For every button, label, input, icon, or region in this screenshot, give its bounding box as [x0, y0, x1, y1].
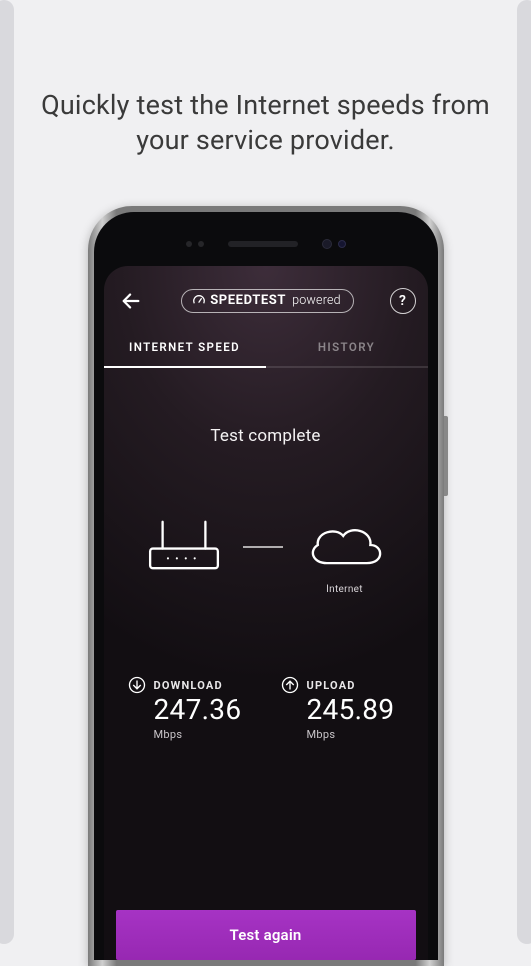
upload-value: 245.89 — [307, 695, 404, 726]
upload-metric: UPLOAD 245.89 Mbps — [281, 676, 404, 741]
upload-label: UPLOAD — [307, 679, 356, 692]
promo-caption: Quickly test the Internet speeds from yo… — [0, 0, 531, 158]
badge-sub: powered — [290, 293, 341, 308]
download-icon — [128, 676, 146, 694]
app-header: SPEEDTEST powered ? — [104, 266, 428, 330]
upload-icon — [281, 676, 299, 694]
router-icon — [143, 516, 225, 578]
gauge-icon — [192, 294, 206, 308]
connection-diagram: Internet — [104, 516, 428, 598]
download-metric: DOWNLOAD 247.36 Mbps — [128, 676, 251, 741]
download-label: DOWNLOAD — [154, 679, 223, 692]
app-screen: SPEEDTEST powered ? INTERNET SPEED HISTO… — [104, 266, 428, 960]
arrow-left-icon — [120, 290, 142, 312]
carousel-edge-right — [517, 0, 531, 944]
connection-line-icon — [243, 546, 283, 548]
tab-internet-speed[interactable]: INTERNET SPEED — [104, 330, 266, 368]
status-text: Test complete — [104, 426, 428, 446]
back-button[interactable] — [116, 286, 146, 316]
phone-side-button — [444, 416, 448, 496]
help-button[interactable]: ? — [390, 288, 416, 314]
upload-unit: Mbps — [307, 728, 404, 741]
phone-bezel: SPEEDTEST powered ? INTERNET SPEED HISTO… — [94, 212, 438, 960]
speedtest-badge: SPEEDTEST powered — [181, 289, 354, 313]
badge-brand: SPEEDTEST — [210, 293, 286, 308]
tab-bar: INTERNET SPEED HISTORY — [104, 330, 428, 368]
download-value: 247.36 — [154, 695, 251, 726]
tab-history[interactable]: HISTORY — [266, 330, 428, 368]
test-again-button[interactable]: Test again — [116, 910, 416, 960]
phone-frame: SPEEDTEST powered ? INTERNET SPEED HISTO… — [88, 206, 444, 966]
phone-sensor-bar — [104, 222, 428, 266]
cloud-icon — [301, 516, 389, 578]
download-unit: Mbps — [154, 728, 251, 741]
speed-metrics: DOWNLOAD 247.36 Mbps UPLOAD 245.89 Mbps — [104, 676, 428, 741]
carousel-edge-left — [0, 0, 14, 944]
internet-label: Internet — [326, 584, 363, 598]
